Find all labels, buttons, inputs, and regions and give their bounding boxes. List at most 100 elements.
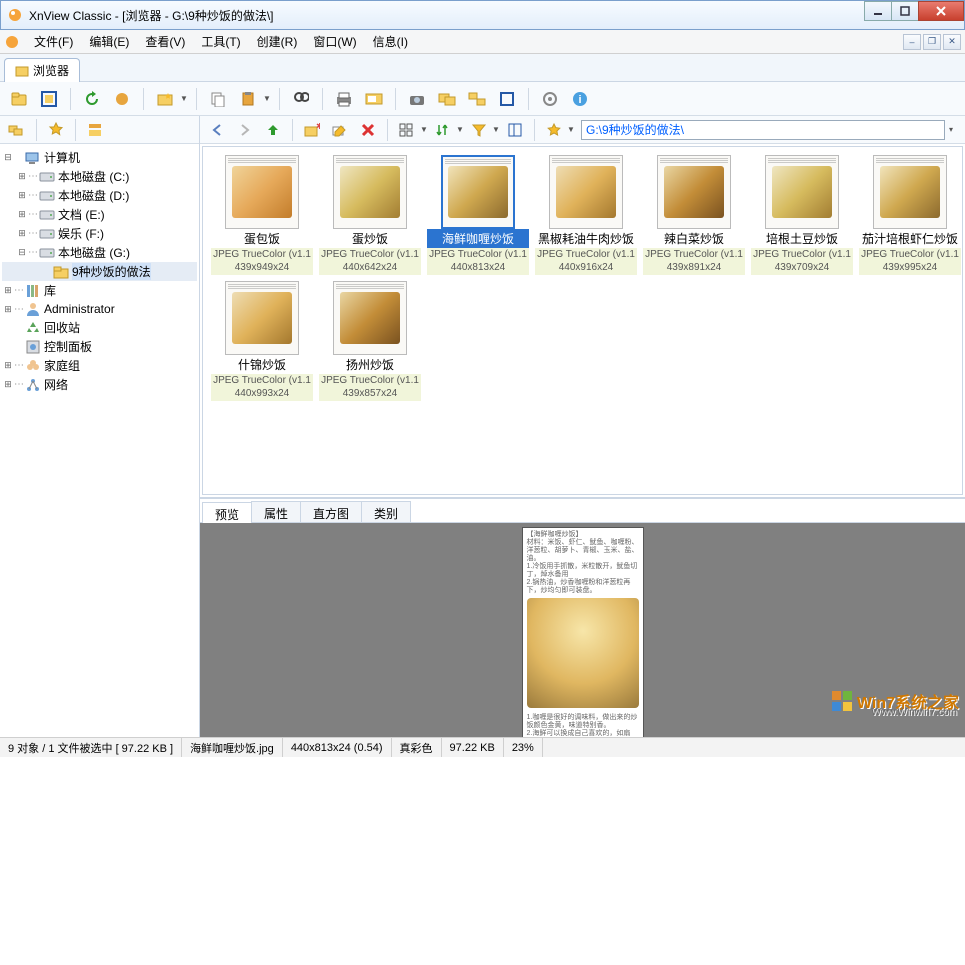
- compare-button[interactable]: [494, 86, 520, 112]
- close-button[interactable]: [918, 1, 964, 21]
- filter-button[interactable]: [466, 117, 492, 143]
- menu-create[interactable]: 创建(R): [249, 31, 306, 52]
- thumbnail-item[interactable]: 扬州炒饭JPEG TrueColor (v1.1439x857x24: [319, 281, 421, 401]
- tree-node[interactable]: ⊞⋯网络: [2, 375, 197, 394]
- open-button[interactable]: [6, 86, 32, 112]
- tree-node[interactable]: ⊞⋯本地磁盘 (D:): [2, 186, 197, 205]
- main-toolbar: ▼ ▼ i: [0, 82, 965, 116]
- tree-twisty[interactable]: ⊞: [16, 171, 28, 182]
- tree-node[interactable]: 9种炒饭的做法: [2, 262, 197, 281]
- paste-button[interactable]: [235, 86, 261, 112]
- tab-preview[interactable]: 预览: [202, 502, 252, 523]
- menu-info[interactable]: 信息(I): [365, 31, 416, 52]
- menu-window[interactable]: 窗口(W): [305, 31, 364, 52]
- thumbnail-item[interactable]: 蛋炒饭JPEG TrueColor (v1.1440x642x24: [319, 155, 421, 275]
- paste-dropdown[interactable]: ▼: [263, 94, 271, 103]
- menu-tools[interactable]: 工具(T): [193, 31, 248, 52]
- filter-dropdown[interactable]: ▼: [492, 125, 500, 134]
- thumbnail-grid[interactable]: 蛋包饭JPEG TrueColor (v1.1439x949x24蛋炒饭JPEG…: [202, 146, 963, 495]
- tree-node[interactable]: ⊞⋯库: [2, 281, 197, 300]
- tree-panel: ⊟计算机⊞⋯本地磁盘 (C:)⊞⋯本地磁盘 (D:)⊞⋯文档 (E:)⊞⋯娱乐 …: [0, 116, 200, 737]
- favorites-button[interactable]: [152, 86, 178, 112]
- sort-button[interactable]: [430, 117, 456, 143]
- refresh-button[interactable]: [79, 86, 105, 112]
- tree-twisty[interactable]: ⊞: [2, 360, 14, 371]
- tree-node[interactable]: ⊞⋯本地磁盘 (C:): [2, 167, 197, 186]
- batch-button[interactable]: [464, 86, 490, 112]
- delete-button[interactable]: [355, 117, 381, 143]
- tree-twisty[interactable]: ⊞: [2, 379, 14, 390]
- slideshow-button[interactable]: [361, 86, 387, 112]
- tree-label: 本地磁盘 (D:): [58, 187, 129, 204]
- view-mode-button[interactable]: [394, 117, 420, 143]
- thumbnail-item[interactable]: 辣白菜炒饭JPEG TrueColor (v1.1439x891x24: [643, 155, 745, 275]
- folder-tree[interactable]: ⊟计算机⊞⋯本地磁盘 (C:)⊞⋯本地磁盘 (D:)⊞⋯文档 (E:)⊞⋯娱乐 …: [0, 144, 199, 737]
- copy-button[interactable]: [205, 86, 231, 112]
- preview-tabs: 预览 属性 直方图 类别: [200, 499, 965, 523]
- tree-node[interactable]: ⊞⋯娱乐 (F:): [2, 224, 197, 243]
- search-button[interactable]: [288, 86, 314, 112]
- tree-favorite-icon[interactable]: [43, 117, 69, 143]
- thumbnail-item[interactable]: 海鲜咖喱炒饭JPEG TrueColor (v1.1440x813x24: [427, 155, 529, 275]
- nav-up-button[interactable]: [260, 117, 286, 143]
- tab-histogram[interactable]: 直方图: [300, 501, 362, 522]
- fullscreen-button[interactable]: [36, 86, 62, 112]
- tree-node[interactable]: ⊞⋯文档 (E:): [2, 205, 197, 224]
- minimize-button[interactable]: [864, 1, 892, 21]
- tree-node[interactable]: ⊞⋯Administrator: [2, 300, 197, 318]
- tree-twisty[interactable]: ⊞: [2, 285, 14, 296]
- thumbnail-item[interactable]: 黑椒耗油牛肉炒饭JPEG TrueColor (v1.1440x916x24: [535, 155, 637, 275]
- new-folder-button[interactable]: ✱: [299, 117, 325, 143]
- settings-button[interactable]: [537, 86, 563, 112]
- maximize-button[interactable]: [891, 1, 919, 21]
- tree-twisty[interactable]: ⊟: [16, 247, 28, 258]
- favorites-dropdown[interactable]: ▼: [180, 94, 188, 103]
- about-button[interactable]: i: [567, 86, 593, 112]
- nav-back-button[interactable]: [204, 117, 230, 143]
- address-bar[interactable]: [581, 120, 945, 140]
- mdi-minimize-button[interactable]: –: [903, 34, 921, 50]
- tree-twisty[interactable]: ⊞: [2, 304, 14, 315]
- print-button[interactable]: [331, 86, 357, 112]
- bookmark-dropdown[interactable]: ▼: [567, 125, 575, 134]
- tree-folders-icon[interactable]: [4, 117, 30, 143]
- thumbnail-item[interactable]: 什锦炒饭JPEG TrueColor (v1.1440x993x24: [211, 281, 313, 401]
- window-title: XnView Classic - [浏览器 - G:\9种炒饭的做法\]: [29, 7, 865, 24]
- bookmark-button[interactable]: [541, 117, 567, 143]
- acquire-button[interactable]: [404, 86, 430, 112]
- tab-browser[interactable]: 浏览器: [4, 58, 80, 82]
- tree-twisty[interactable]: ⊞: [16, 190, 28, 201]
- tree-node[interactable]: 回收站: [2, 318, 197, 337]
- tab-categories[interactable]: 类别: [361, 501, 411, 522]
- rename-button[interactable]: [327, 117, 353, 143]
- menu-view[interactable]: 查看(V): [137, 31, 193, 52]
- view-mode-dropdown[interactable]: ▼: [420, 125, 428, 134]
- mdi-restore-button[interactable]: ❐: [923, 34, 941, 50]
- tree-node[interactable]: ⊟计算机: [2, 148, 197, 167]
- tree-node[interactable]: ⊞⋯家庭组: [2, 356, 197, 375]
- tree-categories-icon[interactable]: [82, 117, 108, 143]
- tree-node[interactable]: 控制面板: [2, 337, 197, 356]
- nav-forward-button[interactable]: [232, 117, 258, 143]
- thumbnail-item[interactable]: 培根土豆炒饭JPEG TrueColor (v1.1439x709x24: [751, 155, 853, 275]
- stop-button[interactable]: [109, 86, 135, 112]
- menu-edit[interactable]: 编辑(E): [81, 31, 137, 52]
- drive-icon: [39, 245, 55, 261]
- thumbnail-name: 扬州炒饭: [319, 355, 421, 374]
- tab-properties[interactable]: 属性: [251, 501, 301, 522]
- svg-text:i: i: [578, 94, 581, 106]
- menu-file[interactable]: 文件(F): [26, 31, 81, 52]
- tree-twisty[interactable]: ⊟: [2, 152, 14, 163]
- layout-button[interactable]: [502, 117, 528, 143]
- address-dropdown[interactable]: ▾: [949, 125, 957, 134]
- thumbnail-item[interactable]: 蛋包饭JPEG TrueColor (v1.1439x949x24: [211, 155, 313, 275]
- convert-button[interactable]: [434, 86, 460, 112]
- thumbnail-name: 蛋包饭: [211, 229, 313, 248]
- tree-twisty[interactable]: ⊞: [16, 209, 28, 220]
- thumbnail-meta: JPEG TrueColor (v1.1439x995x24: [859, 248, 961, 275]
- thumbnail-item[interactable]: 茄汁培根虾仁炒饭JPEG TrueColor (v1.1439x995x24: [859, 155, 961, 275]
- tree-twisty[interactable]: ⊞: [16, 228, 28, 239]
- tree-node[interactable]: ⊟⋯本地磁盘 (G:): [2, 243, 197, 262]
- sort-dropdown[interactable]: ▼: [456, 125, 464, 134]
- mdi-close-button[interactable]: ✕: [943, 34, 961, 50]
